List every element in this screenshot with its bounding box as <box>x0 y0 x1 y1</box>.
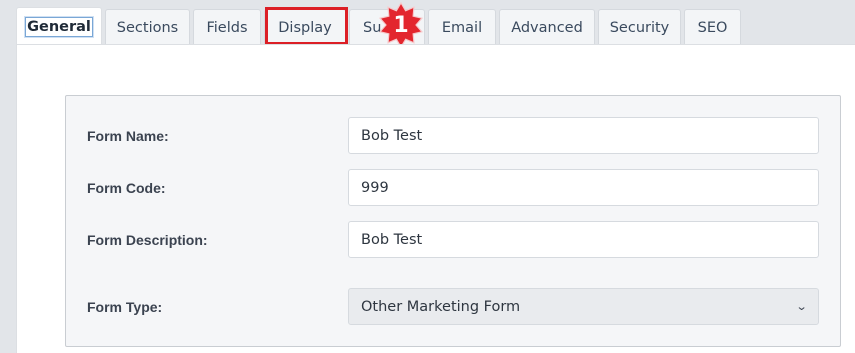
form-type-value: Other Marketing Form <box>361 298 521 315</box>
tab-advanced-label: Advanced <box>511 19 583 36</box>
form-code-value: 999 <box>361 179 389 196</box>
tab-general-label: General <box>25 16 93 37</box>
form-code-input[interactable]: 999 <box>348 169 819 206</box>
tab-email-label: Email <box>441 19 483 36</box>
tab-sections-label: Sections <box>116 19 179 36</box>
tab-security-label: Security <box>609 19 670 36</box>
tab-bar: General Sections Fields Display Su Email… <box>16 7 744 45</box>
tab-security[interactable]: Security <box>598 9 681 45</box>
form-description-value: Bob Test <box>361 231 423 248</box>
tab-sections[interactable]: Sections <box>105 9 190 45</box>
form-description-label: Form Description: <box>87 232 208 248</box>
form-type-label: Form Type: <box>87 299 163 315</box>
form-description-input[interactable]: Bob Test <box>348 221 819 258</box>
tab-seo-label: SEO <box>697 19 728 36</box>
tab-fields[interactable]: Fields <box>193 9 261 45</box>
tab-seo[interactable]: SEO <box>684 9 741 45</box>
form-name-value: Bob Test <box>361 127 423 144</box>
form-name-label: Form Name: <box>87 128 169 144</box>
tab-fields-label: Fields <box>206 19 248 36</box>
tab-advanced[interactable]: Advanced <box>499 9 595 45</box>
tab-general[interactable]: General <box>16 7 102 45</box>
tab-submissions[interactable]: Su <box>349 9 425 45</box>
tab-display-label: Display <box>278 19 332 36</box>
tab-submissions-label: Su <box>363 19 382 36</box>
tab-email[interactable]: Email <box>428 9 496 45</box>
chevron-down-icon: ⌄ <box>795 300 808 313</box>
tab-display[interactable]: Display <box>264 9 346 45</box>
form-code-label: Form Code: <box>87 180 166 196</box>
form-type-select[interactable]: Other Marketing Form ⌄ <box>348 288 819 325</box>
form-name-input[interactable]: Bob Test <box>348 117 819 154</box>
